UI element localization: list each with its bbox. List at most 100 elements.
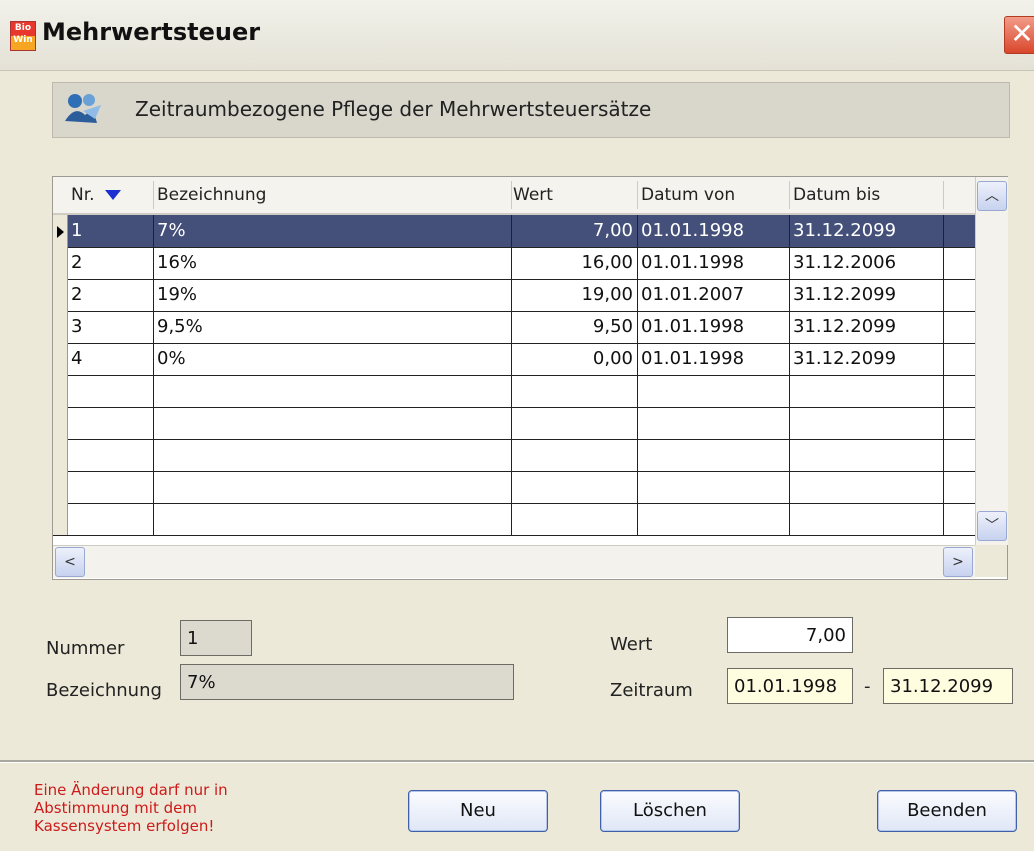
table-row[interactable] [53, 471, 975, 504]
cell-von: 01.01.1998 [641, 220, 745, 241]
row-selector[interactable] [53, 279, 68, 311]
cell-von: 01.01.1998 [641, 348, 745, 369]
row-selector[interactable] [53, 247, 68, 279]
column-line [511, 247, 512, 279]
table-row[interactable]: 2 19% 19,00 01.01.2007 31.12.2099 [53, 279, 975, 312]
column-line [637, 279, 638, 311]
column-line [943, 407, 944, 439]
column-line [637, 503, 638, 535]
column-line [153, 279, 154, 311]
wert-field[interactable]: 7,00 [727, 617, 853, 653]
vertical-scrollbar[interactable]: ︿ ﹀ [975, 177, 1008, 545]
tax-rate-window: Bio Win Mehrwertsteuer ✕ Zeitraumbezogen… [0, 0, 1034, 851]
column-line [943, 375, 944, 407]
column-line [511, 279, 512, 311]
row-selector[interactable] [53, 439, 68, 471]
scroll-down-button[interactable]: ﹀ [977, 511, 1007, 541]
table-row[interactable]: 3 9,5% 9,50 01.01.1998 31.12.2099 [53, 311, 975, 344]
column-line [789, 503, 790, 535]
cell-bis: 31.12.2099 [793, 348, 897, 369]
column-line [153, 247, 154, 279]
people-arrow-icon [65, 94, 101, 123]
column-line [637, 311, 638, 343]
column-line [153, 407, 154, 439]
bezeichnung-label: Bezeichnung [46, 680, 162, 701]
table-row[interactable] [53, 407, 975, 440]
column-line [153, 215, 154, 247]
cell-bis: 31.12.2099 [793, 220, 897, 241]
table-row[interactable] [53, 439, 975, 472]
cell-von: 01.01.1998 [641, 252, 745, 273]
column-line [511, 471, 512, 503]
column-line [943, 471, 944, 503]
app-icon: Bio Win [10, 21, 36, 51]
cell-wert: 19,00 [581, 284, 633, 305]
column-line [943, 215, 944, 247]
column-header-nr[interactable]: Nr. [71, 177, 151, 213]
column-line [511, 439, 512, 471]
cell-von: 01.01.1998 [641, 316, 745, 337]
row-selector[interactable] [53, 407, 68, 439]
column-header-wert[interactable]: Wert [513, 177, 633, 213]
column-line [789, 311, 790, 343]
column-line [153, 503, 154, 535]
column-line [511, 407, 512, 439]
column-line [943, 247, 944, 279]
row-selector[interactable] [53, 375, 68, 407]
table-row[interactable]: 1 7% 7,00 01.01.1998 31.12.2099 [53, 215, 975, 248]
row-selector[interactable] [53, 503, 68, 535]
column-line [943, 343, 944, 375]
delete-button[interactable]: Löschen [600, 790, 740, 832]
column-line [789, 471, 790, 503]
column-header-datum-von[interactable]: Datum von [641, 177, 786, 213]
cell-von: 01.01.2007 [641, 284, 745, 305]
column-line [637, 247, 638, 279]
column-line [789, 375, 790, 407]
column-line [789, 215, 790, 247]
table-row[interactable] [53, 375, 975, 408]
row-selector[interactable] [53, 311, 68, 343]
tax-rate-grid[interactable]: Nr. Bezeichnung Wert Datum von Datum bis… [52, 176, 1008, 580]
cell-wert: 7,00 [592, 220, 633, 241]
column-line [153, 343, 154, 375]
zeitraum-from-field[interactable]: 01.01.1998 [727, 668, 853, 704]
table-row[interactable]: 2 16% 16,00 01.01.1998 31.12.2006 [53, 247, 975, 280]
scroll-up-button[interactable]: ︿ [977, 181, 1007, 211]
nummer-field[interactable]: 1 [180, 620, 252, 656]
column-line [637, 471, 638, 503]
column-line [943, 279, 944, 311]
cell-wert: 9,50 [592, 316, 633, 337]
table-row[interactable]: 4 0% 0,00 01.01.1998 31.12.2099 [53, 343, 975, 376]
column-line [943, 311, 944, 343]
nummer-label: Nummer [46, 638, 125, 659]
column-line [943, 439, 944, 471]
wert-label: Wert [610, 634, 653, 655]
column-header-datum-bis[interactable]: Datum bis [793, 177, 938, 213]
cell-bis: 31.12.2006 [793, 252, 897, 273]
scroll-left-button[interactable]: < [55, 547, 85, 577]
zeitraum-label: Zeitraum [610, 680, 693, 701]
column-header-bezeichnung[interactable]: Bezeichnung [157, 177, 507, 213]
scroll-right-button[interactable]: > [943, 547, 973, 577]
current-row-pointer-icon [57, 226, 64, 238]
close-button[interactable]: ✕ [1004, 16, 1034, 54]
column-line [153, 471, 154, 503]
new-button[interactable]: Neu [408, 790, 548, 832]
row-selector[interactable] [53, 215, 68, 247]
column-line [637, 439, 638, 471]
cell-nr: 2 [71, 284, 83, 305]
row-selector[interactable] [53, 471, 68, 503]
section-header: Zeitraumbezogene Pflege der Mehrwertsteu… [52, 82, 1010, 138]
row-selector[interactable] [53, 343, 68, 375]
window-title: Mehrwertsteuer [42, 18, 261, 46]
close-app-button[interactable]: Beenden [877, 790, 1017, 832]
zeitraum-to-field[interactable]: 31.12.2099 [883, 668, 1013, 704]
bezeichnung-field[interactable]: 7% [180, 664, 514, 700]
table-row[interactable] [53, 503, 975, 536]
column-line [511, 503, 512, 535]
cell-bezeichnung: 16% [157, 252, 198, 273]
horizontal-scrollbar[interactable]: < > [53, 545, 975, 578]
column-line [789, 343, 790, 375]
column-line [153, 311, 154, 343]
column-line [943, 503, 944, 535]
